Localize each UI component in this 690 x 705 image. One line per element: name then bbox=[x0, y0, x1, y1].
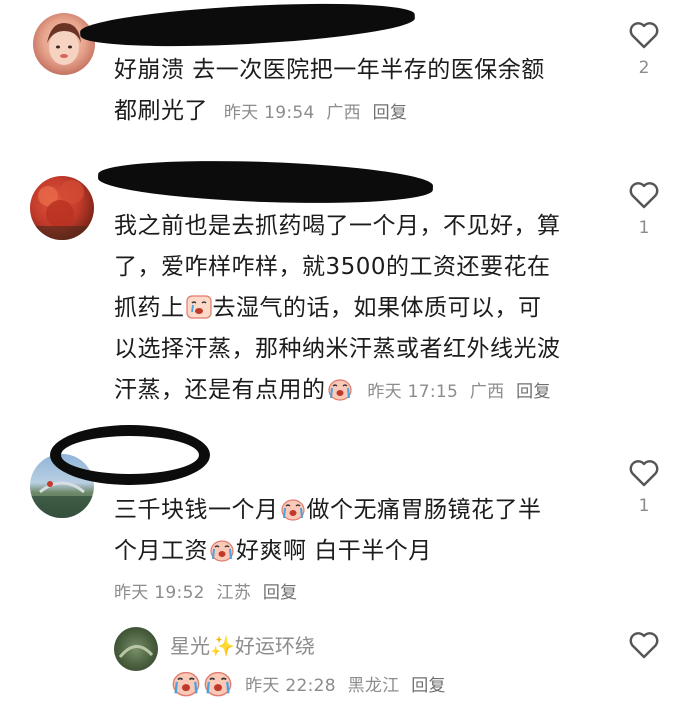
avatar[interactable] bbox=[33, 13, 95, 75]
heart-outline-icon bbox=[629, 632, 659, 659]
comment-1: 好崩溃 去一次医院把一年半存的医保余额 都刷光了 昨天 19:54 广西 回复 … bbox=[0, 0, 690, 150]
comment-meta: 昨天 22:28 黑龙江 回复 bbox=[245, 676, 452, 696]
redacted-username bbox=[97, 156, 434, 208]
crying-face-emoji-icon bbox=[210, 540, 234, 562]
comment-2: 我之前也是去抓药喝了一个月，不见好，算 了，爱咋样咋样，就3500的工资还要花在… bbox=[0, 150, 690, 420]
comment-meta: 昨天 19:52 江苏 回复 bbox=[114, 578, 303, 603]
like-count: 1 bbox=[638, 496, 650, 516]
heart-outline-icon bbox=[629, 22, 659, 49]
like-count: 2 bbox=[638, 58, 650, 78]
comment-location: 广西 bbox=[469, 382, 505, 402]
redacted-username bbox=[50, 425, 210, 485]
reply-username[interactable]: 星光✨好运环绕 bbox=[170, 630, 315, 659]
comment-line: 都刷光了 bbox=[114, 98, 208, 124]
comment-line: 汗蒸，还是有点用的 bbox=[114, 377, 326, 403]
username-part: 好运环绕 bbox=[234, 634, 315, 658]
redacted-username bbox=[79, 0, 416, 53]
crying-emoji-icon bbox=[185, 295, 212, 319]
avatar[interactable] bbox=[114, 627, 158, 671]
avatar[interactable] bbox=[30, 176, 94, 240]
like-button[interactable]: 1 bbox=[624, 180, 664, 238]
reply-button[interactable]: 回复 bbox=[516, 382, 551, 402]
crying-face-emoji-icon bbox=[280, 499, 305, 521]
comment-meta: 昨天 17:15 广西 回复 bbox=[367, 382, 556, 402]
comment-location: 黑龙江 bbox=[347, 676, 400, 696]
comment-location: 江苏 bbox=[216, 583, 252, 603]
comment-line: 去湿气的话，如果体质可以，可 bbox=[212, 295, 542, 321]
reply-content: 昨天 22:28 黑龙江 回复 bbox=[170, 668, 452, 698]
like-button[interactable] bbox=[624, 630, 664, 660]
crying-face-emoji-icon bbox=[204, 671, 232, 697]
like-button[interactable]: 1 bbox=[624, 458, 664, 516]
crying-face-emoji-icon bbox=[327, 379, 352, 401]
comment-line: 我之前也是去抓药喝了一个月，不见好，算 bbox=[114, 213, 561, 239]
comment-text-part: 个月工资 bbox=[114, 538, 208, 564]
comment-time: 昨天 17:15 bbox=[367, 382, 459, 402]
comment-time: 昨天 22:28 bbox=[245, 676, 336, 696]
comment-line-with-emoji: 抓药上 去湿气的话，如果体质可以，可 bbox=[114, 288, 614, 329]
comment-line-with-emoji: 三千块钱一个月 做个无痛胃肠镜花了半 bbox=[114, 490, 614, 531]
comment-line: 以选择汗蒸，那种纳米汗蒸或者红外线光波 bbox=[114, 336, 561, 362]
username-part: 星光 bbox=[170, 634, 210, 658]
comment-text: 好崩溃 去一次医院把一年半存的医保余额 都刷光了 昨天 19:54 广西 回复 bbox=[114, 50, 614, 134]
heart-outline-icon bbox=[629, 460, 659, 487]
comment-line: 了，爱咋样咋样，就3500的工资还要花在 bbox=[114, 254, 551, 280]
comment-line: 好崩溃 去一次医院把一年半存的医保余额 bbox=[114, 57, 545, 83]
sub-reply: 星光✨好运环绕 昨天 22:28 黑龙江 回复 bbox=[0, 610, 690, 705]
comment-text: 三千块钱一个月 做个无痛胃肠镜花了半 个月工资 好爽啊 白干半个月 bbox=[114, 490, 614, 572]
comment-text-part: 三千块钱一个月 bbox=[114, 497, 279, 523]
comment-line-with-emoji: 个月工资 好爽啊 白干半个月 bbox=[114, 531, 614, 572]
comment-meta: 昨天 19:54 广西 回复 bbox=[224, 103, 413, 123]
reply-button[interactable]: 回复 bbox=[263, 583, 298, 603]
reply-button[interactable]: 回复 bbox=[411, 676, 446, 696]
like-button[interactable]: 2 bbox=[624, 20, 664, 78]
comment-line-with-meta: 汗蒸，还是有点用的 昨天 17:15 广西 回复 bbox=[114, 370, 614, 413]
comment-line-with-meta: 都刷光了 昨天 19:54 广西 回复 bbox=[114, 91, 614, 134]
comment-text-part: 好爽啊 白干半个月 bbox=[236, 538, 432, 564]
sparkles-icon: ✨ bbox=[210, 634, 235, 658]
comment-3: 三千块钱一个月 做个无痛胃肠镜花了半 个月工资 好爽啊 白干半个月 昨天 19:52… bbox=[0, 420, 690, 610]
heart-outline-icon bbox=[629, 182, 659, 209]
comment-time: 昨天 19:52 bbox=[114, 583, 205, 603]
comment-text-part: 做个无痛胃肠镜花了半 bbox=[306, 497, 542, 523]
comment-text: 我之前也是去抓药喝了一个月，不见好，算 了，爱咋样咋样，就3500的工资还要花在… bbox=[114, 206, 614, 413]
comment-location: 广西 bbox=[326, 103, 361, 123]
crying-face-emoji-icon bbox=[172, 671, 200, 697]
reply-button[interactable]: 回复 bbox=[373, 103, 408, 123]
like-count: 1 bbox=[638, 218, 650, 238]
comment-time: 昨天 19:54 bbox=[223, 103, 315, 123]
comment-line: 抓药上 bbox=[114, 295, 185, 321]
